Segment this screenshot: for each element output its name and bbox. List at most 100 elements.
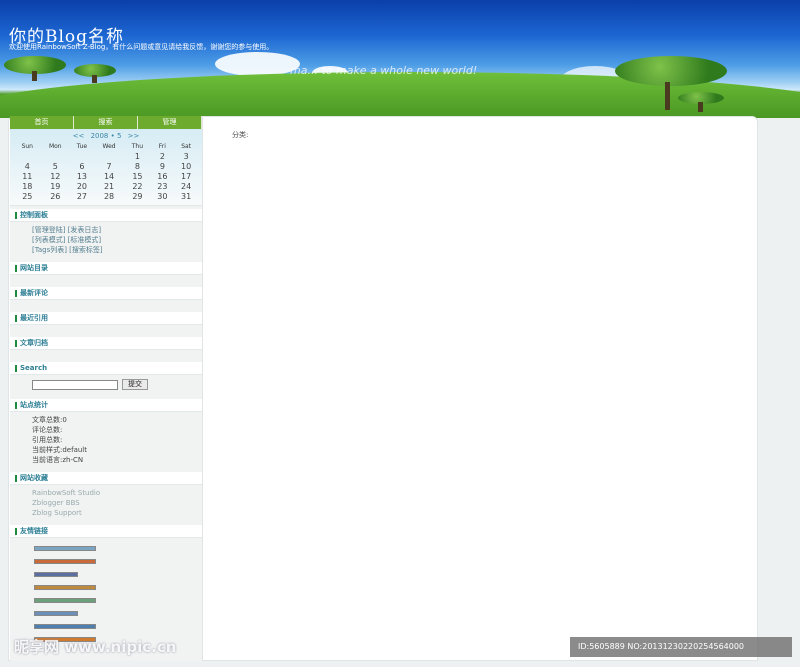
archives-section: 文章归档 <box>10 337 202 359</box>
stat-item: 评论总数: <box>32 426 63 434</box>
stat-item: 引用总数: <box>32 436 63 444</box>
favorite-link[interactable]: Zblogger BBS <box>32 498 202 508</box>
calendar-week-row: 11 12 13 14 15 16 17 <box>14 171 198 181</box>
trackbacks-title: 最近引用 <box>10 312 202 325</box>
calendar-week-row: 25 26 27 28 29 30 31 <box>14 191 198 201</box>
favorite-link[interactable]: Zblog Support <box>32 508 202 518</box>
search-section: Search 提交 <box>10 362 202 396</box>
archives-title: 文章归档 <box>10 337 202 350</box>
calendar-day[interactable]: 24 <box>174 181 198 191</box>
calendar-day <box>70 151 94 161</box>
links-title: 友情链接 <box>10 525 202 538</box>
calendar-prev-link[interactable]: << <box>73 132 85 140</box>
calendar-day[interactable]: 19 <box>41 181 70 191</box>
control-panel-row[interactable]: [列表模式] [标准模式] <box>32 235 202 245</box>
calendar-weekday: Tue <box>76 143 88 150</box>
calendar-weekday: Wed <box>102 143 116 150</box>
favorite-link[interactable]: RainbowSoft Studio <box>32 488 202 498</box>
calendar-day[interactable]: 8 <box>124 161 150 171</box>
stat-item: 文章总数:0 <box>32 416 67 424</box>
calendar-weekday: Sun <box>21 143 33 150</box>
link-badge[interactable] <box>34 585 96 590</box>
control-panel-row[interactable]: [Tags列表] [搜索标签] <box>32 245 202 255</box>
link-badge[interactable] <box>34 572 78 577</box>
calendar-next-link[interactable]: >> <box>128 132 140 140</box>
comments-section: 最新评论 <box>10 287 202 309</box>
comments-title: 最新评论 <box>10 287 202 300</box>
calendar-day[interactable]: 23 <box>151 181 175 191</box>
stats-title: 站点统计 <box>10 399 202 412</box>
link-badge[interactable] <box>34 598 96 603</box>
calendar-day[interactable]: 21 <box>94 181 124 191</box>
banner-slogan: ma... to make a whole new world! <box>290 64 478 77</box>
calendar-day[interactable]: 17 <box>174 171 198 181</box>
calendar-day[interactable]: 12 <box>41 171 70 181</box>
links-section: 友情链接 <box>10 525 202 642</box>
control-panel: 控制面板 [管理登陆] [发表日志] [列表模式] [标准模式] [Tags列表… <box>10 209 202 259</box>
catalog-section: 网站目录 <box>10 262 202 284</box>
link-badge[interactable] <box>34 546 96 551</box>
link-badge[interactable] <box>34 559 96 564</box>
calendar-day[interactable]: 5 <box>41 161 70 171</box>
calendar-day[interactable]: 2 <box>151 151 175 161</box>
calendar-day[interactable]: 13 <box>70 171 94 181</box>
badge-list <box>10 538 202 642</box>
main-category-label: 分类: <box>232 131 249 139</box>
stat-item: 当前语言:zh-CN <box>32 456 84 464</box>
header-banner: 你的Blog名称 欢迎使用RainbowSoft Z-Blog，有什么问题或意见… <box>0 0 800 118</box>
calendar-day[interactable]: 26 <box>41 191 70 201</box>
calendar-day <box>14 151 41 161</box>
calendar-day[interactable]: 30 <box>151 191 175 201</box>
calendar-day[interactable]: 31 <box>174 191 198 201</box>
calendar-month: 2008 • 5 <box>90 132 122 140</box>
calendar-weekday: Fri <box>158 143 166 150</box>
calendar-day[interactable]: 20 <box>70 181 94 191</box>
stat-item: 当前样式:default <box>32 446 87 454</box>
control-panel-row[interactable]: [管理登陆] [发表日志] <box>32 225 202 235</box>
calendar-day <box>41 151 70 161</box>
calendar-weekday: Thu <box>131 143 144 150</box>
nav-home-link[interactable]: 首页 <box>10 116 74 129</box>
calendar-day[interactable]: 27 <box>70 191 94 201</box>
nav-admin-link[interactable]: 管理 <box>138 116 202 129</box>
calendar-day[interactable]: 3 <box>174 151 198 161</box>
calendar-day[interactable]: 18 <box>14 181 41 191</box>
calendar-day[interactable]: 9 <box>151 161 175 171</box>
search-submit-button[interactable]: 提交 <box>122 379 148 390</box>
calendar-day[interactable]: 10 <box>174 161 198 171</box>
nav-search-link[interactable]: 搜索 <box>74 116 138 129</box>
calendar-day[interactable]: 6 <box>70 161 94 171</box>
calendar-day <box>94 151 124 161</box>
calendar-day[interactable]: 22 <box>124 181 150 191</box>
top-nav: 首页 搜索 管理 <box>10 116 202 129</box>
calendar-day[interactable]: 16 <box>151 171 175 181</box>
cloud-1 <box>215 52 300 76</box>
calendar-day[interactable]: 1 <box>124 151 150 161</box>
calendar-week-row: 4 5 6 7 8 9 10 <box>14 161 198 171</box>
calendar-day[interactable]: 25 <box>14 191 41 201</box>
trackbacks-section: 最近引用 <box>10 312 202 334</box>
calendar-weekday: Mon <box>48 143 62 150</box>
calendar-day[interactable]: 11 <box>14 171 41 181</box>
stats-section: 站点统计 文章总数:0 评论总数: 引用总数: 当前样式:default 当前语… <box>10 399 202 469</box>
calendar-day[interactable]: 7 <box>94 161 124 171</box>
link-badge[interactable] <box>34 624 96 629</box>
calendar-day[interactable]: 15 <box>124 171 150 181</box>
watermark-logo: 昵享网 www.nipic.cn <box>14 638 177 656</box>
blog-subtitle: 欢迎使用RainbowSoft Z-Blog，有什么问题或意见请给我反馈，谢谢您… <box>9 43 274 51</box>
calendar-weekday: Sat <box>181 143 192 150</box>
search-title: Search <box>10 362 202 375</box>
calendar-grid: Sun Mon Tue Wed Thu Fri Sat 1 2 3 4 5 6 7 8 9 10 11 12 13 1… <box>14 142 198 201</box>
calendar-day[interactable]: 28 <box>94 191 124 201</box>
calendar: << 2008 • 5 >> Sun Mon Tue Wed Thu Fri Sat 123… <box>10 129 202 206</box>
calendar-week-row: 123 <box>14 151 198 161</box>
search-input[interactable] <box>32 379 118 390</box>
catalog-title: 网站目录 <box>10 262 202 275</box>
calendar-day[interactable]: 4 <box>14 161 41 171</box>
favorites-section: 网站收藏 RainbowSoft Studio Zblogger BBS Zbl… <box>10 472 202 522</box>
sidebar: 首页 搜索 管理 << 2008 • 5 >> Sun Mon Tue Wed Thu F… <box>10 116 203 661</box>
calendar-day[interactable]: 14 <box>94 171 124 181</box>
calendar-caption: << 2008 • 5 >> <box>14 132 198 140</box>
link-badge[interactable] <box>34 611 78 616</box>
calendar-day[interactable]: 29 <box>124 191 150 201</box>
